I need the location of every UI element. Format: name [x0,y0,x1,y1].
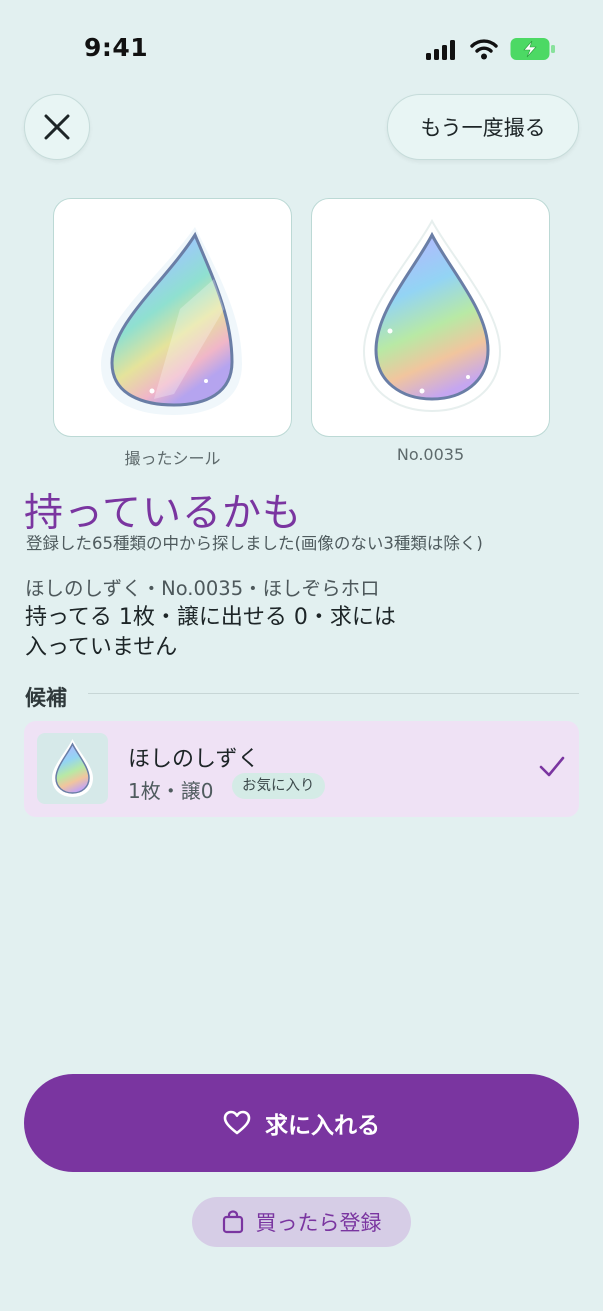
battery-icon [510,38,555,60]
close-icon [44,114,70,140]
favorite-badge: お気に入り [232,773,325,799]
wifi-icon [470,39,498,60]
signal-icon [426,40,455,60]
candidate-name: ほしのしずく [128,747,260,772]
match-caption: No.0035 [396,445,465,464]
photo-caption: 撮ったシール [124,449,221,468]
match-card [311,198,550,437]
status-bar: 9:41 [0,0,603,90]
check-icon [539,756,565,777]
heart-icon [223,1110,251,1135]
divider [88,693,579,694]
candidates-title: 候補 [25,686,67,710]
close-button[interactable] [24,94,90,160]
register-after-purchase-button[interactable]: 買ったら登録 [192,1197,411,1247]
search-note: 登録した65種類の中から探しました(画像のない3種類は除く) [26,534,483,553]
add-to-wishlist-button[interactable]: 求に入れる [24,1074,579,1172]
sticker-meta: ほしのしずく・No.0035・ほしぞらホロ [25,577,380,600]
droplet-thumb-icon [52,739,93,797]
droplet-sticker-match [362,218,502,413]
photo-card [53,198,292,437]
retake-button[interactable]: もう一度撮る [387,94,579,160]
droplet-sticker-photo [101,227,242,415]
add-to-wishlist-label: 求に入れる [265,1113,380,1139]
register-after-purchase-label: 買ったら登録 [255,1211,382,1235]
candidate-item[interactable]: ほしのしずく 1枚・譲0 お気に入り [24,721,579,817]
candidate-counts: 1枚・譲0 [128,779,214,803]
status-time: 9:41 [84,33,149,62]
ownership-status: 持ってる 1枚・譲に出せる 0・求には入っていません [25,605,396,660]
bag-icon [222,1210,243,1234]
candidate-thumbnail [37,733,108,804]
